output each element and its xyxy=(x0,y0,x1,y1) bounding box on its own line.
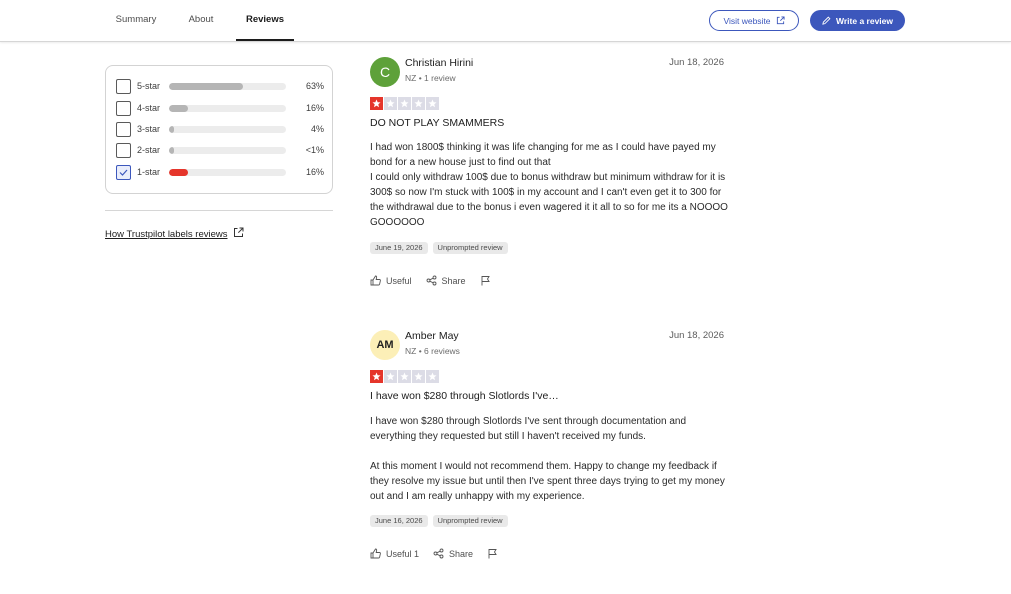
review-actions: Useful 1 Share xyxy=(370,548,512,559)
filter-percent-3-star: 4% xyxy=(310,124,324,134)
checkbox-1-star[interactable] xyxy=(116,164,131,180)
sidebar-divider xyxy=(105,210,333,211)
thumbs-up-icon xyxy=(370,275,381,286)
visit-website-button[interactable]: Visit website xyxy=(709,10,799,31)
external-link-icon xyxy=(776,16,785,25)
rating-bar-4-star xyxy=(169,104,286,112)
rating-bar-fill xyxy=(169,146,174,154)
rating-bar-3-star xyxy=(169,125,286,133)
labels-link-text: How Trustpilot labels reviews xyxy=(105,228,228,240)
rating-bar-5-star xyxy=(169,82,286,90)
filter-label-2-star: 2-star xyxy=(137,145,161,155)
external-link-icon xyxy=(233,227,244,241)
filter-row-2-star[interactable]: 2-star <1% xyxy=(116,142,324,158)
star-empty-icon xyxy=(398,370,411,383)
star-rating xyxy=(370,97,439,110)
filter-row-1-star[interactable]: 1-star 16% xyxy=(116,164,324,180)
visit-website-label: Visit website xyxy=(723,15,771,26)
write-review-button[interactable]: Write a review xyxy=(810,10,905,31)
star-empty-icon xyxy=(384,370,397,383)
star-empty-icon xyxy=(384,97,397,110)
review-title[interactable]: I have won $280 through Slotlords I've… xyxy=(370,390,559,402)
flag-icon xyxy=(480,275,491,286)
unprompted-review-tag[interactable]: Unprompted review xyxy=(432,242,508,254)
share-button[interactable]: Share xyxy=(433,548,473,559)
review-tags: June 16, 2026 Unprompted review xyxy=(370,515,508,527)
thumbs-up-icon xyxy=(370,548,381,559)
useful-button[interactable]: Useful 1 xyxy=(370,548,419,559)
checkbox-4-star[interactable] xyxy=(116,100,131,116)
rating-bar-fill xyxy=(169,104,188,112)
rating-bar-1-star xyxy=(169,168,286,176)
share-button[interactable]: Share xyxy=(426,275,466,286)
star-empty-icon xyxy=(426,370,439,383)
avatar: AM xyxy=(370,330,400,360)
tab-reviews[interactable]: Reviews xyxy=(236,0,294,41)
star-rating xyxy=(370,370,439,383)
filter-label-5-star: 5-star xyxy=(137,81,161,91)
filter-row-3-star[interactable]: 3-star 4% xyxy=(116,121,324,137)
tab-summary[interactable]: Summary xyxy=(106,0,166,41)
filter-label-1-star: 1-star xyxy=(137,167,161,177)
useful-button[interactable]: Useful xyxy=(370,275,412,286)
star-empty-icon xyxy=(426,97,439,110)
filter-percent-4-star: 16% xyxy=(305,103,324,113)
review-tags: June 19, 2026 Unprompted review xyxy=(370,242,508,254)
flag-icon xyxy=(487,548,498,559)
tab-about[interactable]: About xyxy=(178,0,224,41)
reviewer-meta: NZ • 1 review xyxy=(405,73,456,83)
filter-label-3-star: 3-star xyxy=(137,124,161,134)
trustpilot-labels-link[interactable]: How Trustpilot labels reviews xyxy=(105,227,244,241)
star-empty-icon xyxy=(412,97,425,110)
reviewer-name[interactable]: Christian Hirini xyxy=(405,57,473,69)
review-card: AM Amber May NZ • 6 reviews Jun 18, 2026… xyxy=(370,330,726,570)
checkbox-5-star[interactable] xyxy=(116,78,131,94)
filter-row-4-star[interactable]: 4-star 16% xyxy=(116,100,324,116)
rating-bar-2-star xyxy=(169,146,286,154)
share-icon xyxy=(426,275,437,286)
review-body: I have won $280 through Slotlords I've s… xyxy=(370,416,725,502)
filter-label-4-star: 4-star xyxy=(137,103,161,113)
review-body: I had won 1800$ thinking it was life cha… xyxy=(370,142,728,228)
write-review-label: Write a review xyxy=(835,15,893,26)
useful-label: Useful 1 xyxy=(386,548,420,559)
star-filter-card: 5-star 63% 4-star 16% 3-star 4% 2-star <… xyxy=(105,65,333,194)
top-nav: Summary About Reviews Visit website Writ… xyxy=(0,0,1011,42)
star-filled-icon xyxy=(370,97,383,110)
checkbox-2-star[interactable] xyxy=(116,142,131,158)
unprompted-review-tag[interactable]: Unprompted review xyxy=(432,515,508,527)
reviewer-name[interactable]: Amber May xyxy=(405,330,459,342)
share-icon xyxy=(433,548,444,559)
checkmark-icon xyxy=(119,169,128,176)
review-date: Jun 18, 2026 xyxy=(669,57,724,68)
rating-bar-fill xyxy=(169,168,188,176)
rating-bar-fill xyxy=(169,82,243,90)
report-button[interactable] xyxy=(487,548,498,559)
review-date: Jun 18, 2026 xyxy=(669,330,724,341)
star-empty-icon xyxy=(398,97,411,110)
filter-percent-5-star: 63% xyxy=(305,81,324,91)
rating-bar-fill xyxy=(169,125,174,133)
filter-row-5-star[interactable]: 5-star 63% xyxy=(116,78,324,94)
share-label: Share xyxy=(449,548,474,559)
report-button[interactable] xyxy=(480,275,491,286)
star-filled-icon xyxy=(370,370,383,383)
share-label: Share xyxy=(441,275,466,286)
filter-percent-2-star: <1% xyxy=(305,145,324,155)
avatar: C xyxy=(370,57,400,87)
review-title[interactable]: DO NOT PLAY SMAMMERS xyxy=(370,117,504,129)
checkbox-3-star[interactable] xyxy=(116,121,131,137)
experience-date-tag: June 16, 2026 xyxy=(370,515,428,527)
experience-date-tag: June 19, 2026 xyxy=(370,242,428,254)
review-card: C Christian Hirini NZ • 1 review Jun 18,… xyxy=(370,57,728,297)
useful-label: Useful xyxy=(386,275,412,286)
filter-percent-1-star: 16% xyxy=(305,167,324,177)
pencil-icon xyxy=(822,16,831,25)
review-actions: Useful Share xyxy=(370,275,505,286)
reviewer-meta: NZ • 6 reviews xyxy=(405,346,460,356)
star-empty-icon xyxy=(412,370,425,383)
